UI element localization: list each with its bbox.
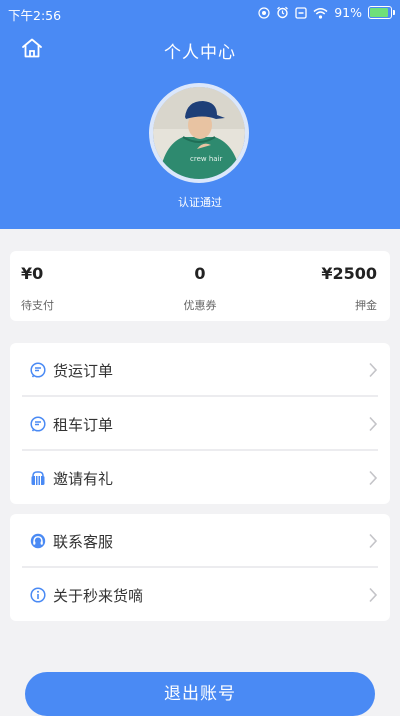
profile-header: 下午2:56 91% 个人中心 crew hair 认证通过 <box>0 0 400 229</box>
stat-value: ¥0 <box>21 264 44 283</box>
verification-status: 认证通过 <box>178 196 222 209</box>
menu-label: 货运订单 <box>53 362 114 380</box>
stat-label: 押金 <box>355 299 377 312</box>
status-bar: 下午2:56 91% <box>0 0 400 26</box>
menu-label: 邀请有礼 <box>53 470 114 488</box>
menu-item-customer-service[interactable]: 联系客服 <box>10 515 390 567</box>
order-icon <box>30 416 46 432</box>
logout-button[interactable]: 退出账号 <box>25 672 375 716</box>
divider <box>22 449 378 451</box>
order-icon <box>30 362 46 378</box>
menu-item-freight-orders[interactable]: 货运订单 <box>10 344 390 396</box>
headset-icon <box>30 533 46 549</box>
battery-percent: 91% <box>334 5 362 20</box>
alarm-icon <box>277 6 289 19</box>
gift-icon <box>31 471 45 485</box>
stat-value: ¥2500 <box>321 264 377 283</box>
battery-icon <box>368 6 395 19</box>
chevron-right-icon <box>369 362 378 378</box>
menu-card-orders: 货运订单 租车订单 邀请有礼 <box>10 343 390 504</box>
menu-item-invite-rewards[interactable]: 邀请有礼 <box>10 452 390 504</box>
status-icons: 91% <box>258 5 395 20</box>
menu-card-support: 联系客服 关于秒来货嘀 <box>10 514 390 621</box>
menu-label: 关于秒来货嘀 <box>53 587 144 605</box>
avatar[interactable]: crew hair <box>149 83 249 183</box>
divider <box>22 566 378 568</box>
menu-item-rental-orders[interactable]: 租车订单 <box>10 398 390 450</box>
svg-text:crew hair: crew hair <box>190 155 223 163</box>
wifi-icon <box>313 7 328 19</box>
page-title: 个人中心 <box>164 43 236 63</box>
menu-label: 联系客服 <box>53 533 114 551</box>
stat-value: 0 <box>194 264 206 283</box>
chevron-right-icon <box>369 470 378 486</box>
info-icon <box>30 587 46 603</box>
location-icon <box>258 6 270 19</box>
divider <box>22 395 378 397</box>
sim-icon <box>295 6 307 19</box>
chevron-right-icon <box>369 416 378 432</box>
chevron-right-icon <box>369 533 378 549</box>
stat-label: 待支付 <box>21 299 54 312</box>
avatar-image: crew hair <box>153 87 245 179</box>
account-stats-card: ¥0 待支付 0 优惠券 ¥2500 押金 <box>10 251 390 321</box>
menu-item-about[interactable]: 关于秒来货嘀 <box>10 569 390 621</box>
stat-label: 优惠券 <box>183 299 217 312</box>
status-time: 下午2:56 <box>8 8 62 23</box>
menu-label: 租车订单 <box>53 416 114 434</box>
chevron-right-icon <box>369 587 378 603</box>
